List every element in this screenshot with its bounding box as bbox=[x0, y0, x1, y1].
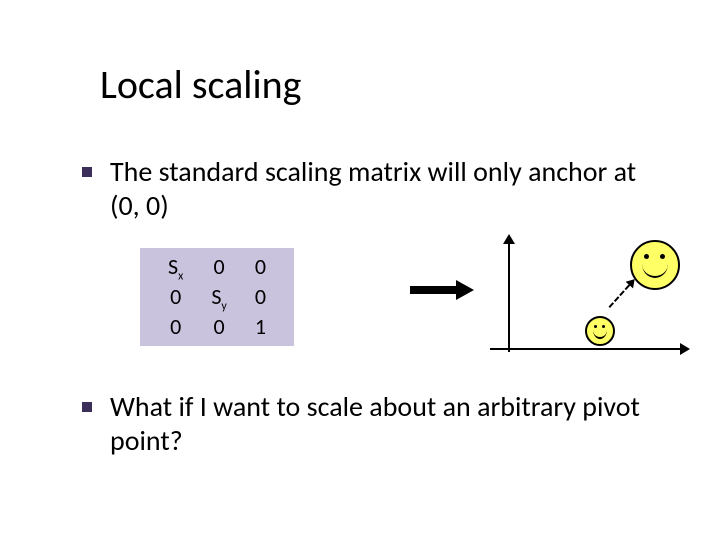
smiley-small-icon bbox=[585, 316, 615, 346]
content-row: Sx 0 0 0 Sy 0 0 0 1 bbox=[110, 248, 670, 368]
arrow-icon bbox=[410, 280, 474, 300]
bullet-2-text: What if I want to scale about an arbitra… bbox=[110, 389, 640, 458]
bullet-1-text: The standard scaling matrix will only an… bbox=[110, 154, 636, 223]
m12: 0 bbox=[241, 284, 280, 314]
m00-sub: x bbox=[178, 269, 183, 283]
m02: 0 bbox=[241, 254, 280, 284]
coordinate-plot bbox=[490, 238, 690, 368]
bullet-1: The standard scaling matrix will only an… bbox=[110, 155, 670, 222]
bullet-2: What if I want to scale about an arbitra… bbox=[110, 390, 670, 457]
bullet-square-icon bbox=[82, 167, 92, 177]
m10: 0 bbox=[154, 284, 197, 314]
slide: Local scaling The standard scaling matri… bbox=[0, 0, 720, 540]
m21: 0 bbox=[197, 314, 241, 339]
m20: 0 bbox=[154, 314, 197, 339]
m22: 1 bbox=[241, 314, 280, 339]
m00: S bbox=[168, 253, 178, 280]
x-axis-icon bbox=[490, 348, 680, 350]
m01: 0 bbox=[197, 254, 241, 284]
bullet-square-icon bbox=[82, 402, 92, 412]
dashed-arrow-icon bbox=[609, 284, 632, 309]
smiley-big-icon bbox=[630, 240, 680, 290]
y-axis-icon bbox=[508, 244, 510, 352]
m11: S bbox=[211, 283, 221, 310]
m11-sub: y bbox=[221, 300, 226, 314]
scaling-matrix: Sx 0 0 0 Sy 0 0 0 1 bbox=[140, 248, 294, 346]
page-title: Local scaling bbox=[100, 60, 301, 109]
